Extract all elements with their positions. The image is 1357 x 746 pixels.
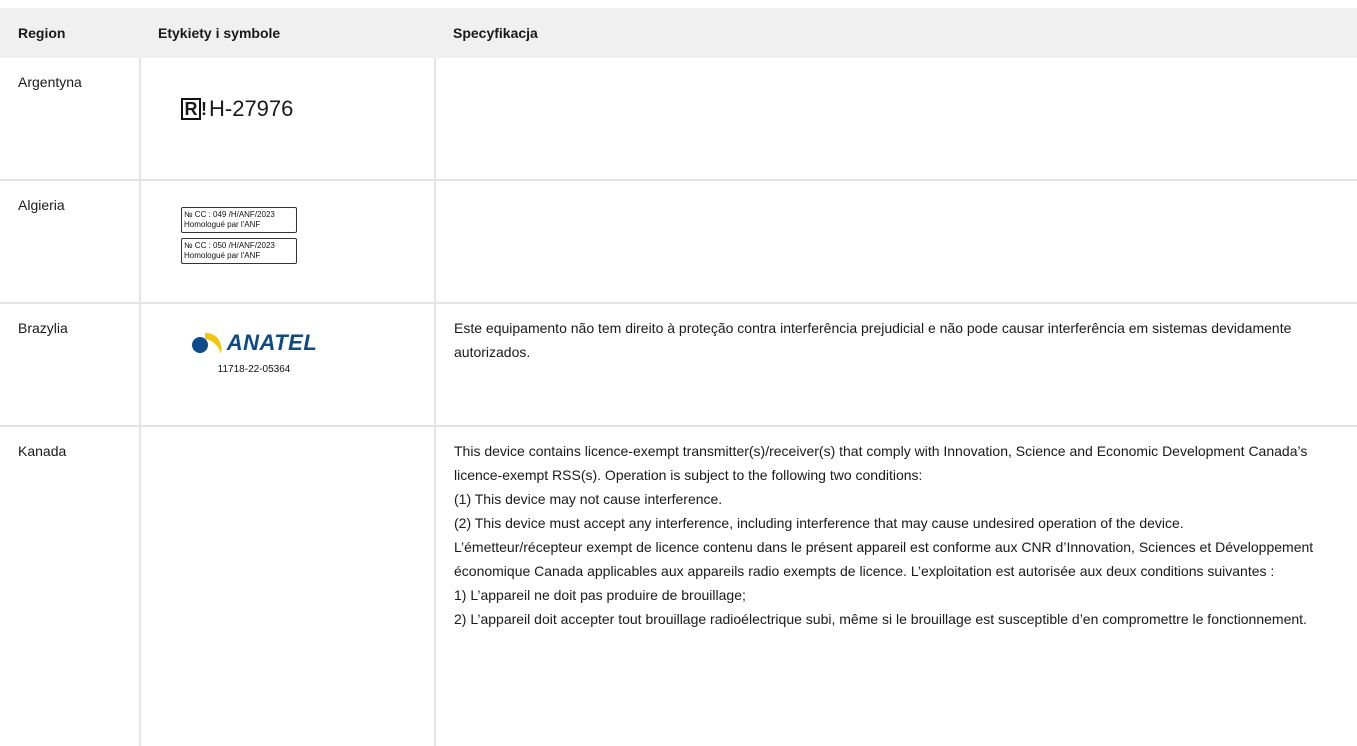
table-row-algeria: Algieria № CC : 049 /H/ANF/2023 Homologu… [0,180,1357,304]
exclamation-icon: ! [201,99,207,119]
algeria-label-box: № CC : 049 /H/ANF/2023 Homologué par l'A… [181,207,297,233]
spec-line: 1) L’appareil ne doit pas produire de br… [454,587,746,603]
anatel-swoosh-icon [191,333,222,354]
spec-line: This device contains licence-exempt tran… [454,443,1308,483]
spec-line: (1) This device may not cause interferen… [454,491,723,507]
canada-spec-text: This device contains licence-exempt tran… [454,439,1339,631]
table-row-canada: Kanada This device contains licence-exem… [0,426,1357,746]
algeria-label-box: № CC : 050 /H/ANF/2023 Homologué par l'A… [181,238,297,264]
page: Region Etykiety i symbole Specyfikacja A… [0,0,1357,746]
region-cell: Argentyna [0,58,140,181]
argentina-code: H-27976 [209,96,294,121]
table-row-brazil: Brazylia ANATEL 11718-22-05364 Este equi… [0,303,1357,427]
labels-cell: ANATEL 11718-22-05364 [139,303,435,427]
labels-cell: R! H-27976 [139,58,435,181]
spec-cell [434,180,1357,304]
labels-cell [139,426,435,746]
r-box-icon: R [181,98,201,120]
region-cell: Kanada [0,426,140,746]
spec-line: 2) L’appareil doit accepter tout brouill… [454,611,1307,627]
spec-line: (2) This device must accept any interfer… [454,515,1184,531]
spec-cell [434,58,1357,181]
algeria-label-text: Homologué par l'ANF [184,220,261,229]
header-region: Region [0,8,140,58]
header-spec: Specyfikacja [435,8,1357,58]
anatel-wordmark: ANATEL [226,330,318,355]
anatel-logo: ANATEL 11718-22-05364 [189,330,319,382]
region-cell: Algieria [0,180,140,304]
algeria-label-text: Homologué par l'ANF [184,251,261,260]
algeria-label-number: № CC : 049 /H/ANF/2023 [184,210,275,219]
region-cell: Brazylia [0,303,140,427]
regulatory-table: Region Etykiety i symbole Specyfikacja A… [0,8,1357,746]
table-header: Region Etykiety i symbole Specyfikacja [0,8,1357,58]
anatel-cert-number: 11718-22-05364 [217,364,291,375]
brazil-spec-text: Este equipamento não tem direito à prote… [454,320,1292,360]
header-labels: Etykiety i symbole [140,8,435,58]
algeria-certification-labels: № CC : 049 /H/ANF/2023 Homologué par l'A… [181,207,416,264]
labels-cell: № CC : 049 /H/ANF/2023 Homologué par l'A… [139,180,435,304]
spec-line: L’émetteur/récepteur exempt de licence c… [454,539,1314,579]
table-row-argentina: Argentyna R! H-27976 [0,58,1357,181]
spec-cell: This device contains licence-exempt tran… [434,426,1357,746]
spec-cell: Este equipamento não tem direito à prote… [434,303,1357,427]
argentina-certification-mark: R! H-27976 [181,98,416,120]
algeria-label-number: № CC : 050 /H/ANF/2023 [184,241,275,250]
